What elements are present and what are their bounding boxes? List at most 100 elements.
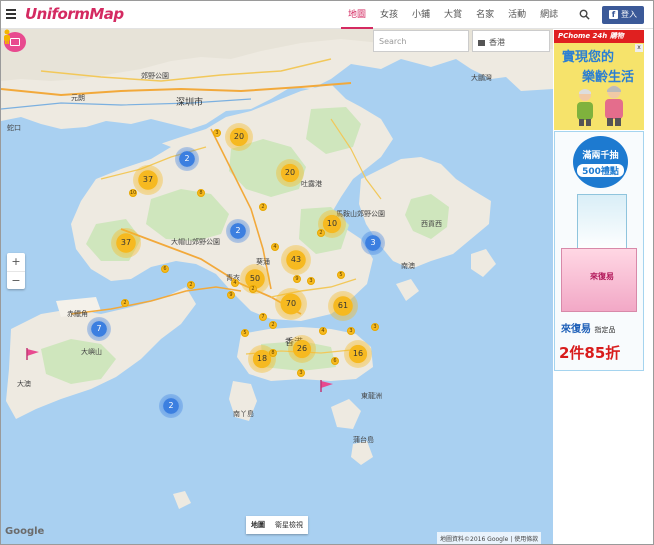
place-label: 西貢西: [421, 220, 442, 228]
marker-cluster[interactable]: 2: [175, 147, 199, 171]
marker-cluster[interactable]: 61: [328, 291, 358, 321]
ad-brand-note: 指定品: [594, 326, 616, 334]
single-marker[interactable]: 2: [121, 299, 129, 307]
hamburger-menu-icon[interactable]: [6, 9, 16, 19]
place-label: 大帽山郊野公園: [171, 238, 220, 246]
single-marker[interactable]: 2: [187, 281, 195, 289]
single-marker[interactable]: 2: [249, 285, 257, 293]
flag-marker-icon[interactable]: [320, 379, 334, 393]
single-marker[interactable]: 2: [317, 229, 325, 237]
site-logo[interactable]: UniformMap: [25, 5, 124, 23]
nav-tab-awards[interactable]: 大賞: [437, 1, 469, 29]
marker-cluster[interactable]: 43: [281, 245, 311, 275]
single-marker[interactable]: 3: [307, 277, 315, 285]
marker-cluster[interactable]: 20: [225, 123, 253, 151]
ad-badge: 滿兩千抽 500禮點: [573, 136, 628, 188]
single-marker[interactable]: 3: [347, 327, 355, 335]
single-marker[interactable]: 6: [331, 357, 339, 365]
nav-tab-shop[interactable]: 小鋪: [405, 1, 437, 29]
place-label: 大澳: [17, 380, 31, 388]
place-label: 郊野公園: [141, 72, 169, 80]
app-window: UniformMap 地圖 女孩 小鋪 大賞 名家 活動 網誌 f 登入 深圳市…: [0, 0, 654, 545]
ad-product-label: 來復易: [590, 272, 614, 281]
marker-cluster[interactable]: 7: [87, 317, 111, 341]
ad-brand: PChome 24h 購物: [554, 30, 644, 43]
ad-brand-text: 來復易: [561, 324, 591, 335]
ad-person-illustration: [605, 85, 623, 126]
single-marker[interactable]: 2: [259, 203, 267, 211]
marker-cluster[interactable]: 70: [275, 288, 307, 320]
place-label: 蒲台島: [353, 436, 374, 444]
street-view-pegman-icon[interactable]: [1, 29, 13, 45]
zoom-in-button[interactable]: +: [7, 253, 25, 271]
terms-link[interactable]: 使用條款: [514, 536, 538, 543]
facebook-icon: f: [609, 10, 618, 19]
google-logo: Google: [5, 526, 45, 537]
marker-cluster[interactable]: 3: [361, 231, 385, 255]
marker-cluster[interactable]: 37: [111, 228, 141, 258]
single-marker[interactable]: 3: [371, 323, 379, 331]
ad-brand-name: 來復易 指定品: [561, 320, 615, 335]
single-marker[interactable]: 10: [129, 189, 137, 197]
search-icon[interactable]: [579, 9, 590, 20]
single-marker[interactable]: 7: [259, 313, 267, 321]
marker-cluster[interactable]: 20: [276, 159, 304, 187]
place-label: 南丫島: [233, 410, 254, 418]
single-marker[interactable]: 4: [319, 327, 327, 335]
map-type-control: 地圖 衛星檢視: [246, 516, 308, 534]
marker-cluster[interactable]: 37: [133, 165, 163, 195]
zoom-out-button[interactable]: −: [7, 272, 25, 290]
place-label: 南澳: [401, 262, 415, 270]
ad-product-image: [577, 194, 627, 252]
ad-close-icon[interactable]: x: [635, 44, 643, 52]
nav-tab-masters[interactable]: 名家: [469, 1, 501, 29]
marker-cluster[interactable]: 2: [226, 219, 250, 243]
single-marker[interactable]: 3: [297, 369, 305, 377]
nav-tab-blog[interactable]: 網誌: [533, 1, 565, 29]
marker-cluster[interactable]: 16: [344, 340, 372, 368]
ad-product-image: 來復易: [561, 248, 637, 312]
single-marker[interactable]: 2: [269, 321, 277, 329]
place-label: 赤鱲角: [67, 310, 88, 318]
zoom-control: + −: [7, 253, 25, 289]
single-marker[interactable]: 5: [241, 329, 249, 337]
map-canvas[interactable]: 深圳市 蛇口 元朗 郊野公園 大鵬灣 大帽山郊野公園 馬鞍山郊野公園 西貢西 吐…: [1, 29, 553, 544]
single-marker[interactable]: 9: [293, 275, 301, 283]
place-label: 元朗: [71, 94, 85, 102]
ad-banner-top[interactable]: PChome 24h 購物 x 實現您的 樂齡生活: [554, 30, 644, 130]
marker-cluster[interactable]: 26: [288, 335, 316, 363]
ad-person-illustration: [577, 89, 593, 126]
place-label: 蛇口: [7, 124, 21, 132]
region-label: 香港: [489, 38, 505, 47]
nav-tab-girls[interactable]: 女孩: [373, 1, 405, 29]
ad-slogan: 樂齡生活: [582, 70, 635, 85]
ad-banner-bottom[interactable]: 滿兩千抽 500禮點 來復易 來復易 指定品 2件85折: [554, 131, 644, 371]
place-label: 吐露港: [301, 180, 322, 188]
region-select[interactable]: 香港: [472, 30, 550, 52]
nav-tab-map[interactable]: 地圖: [341, 1, 374, 29]
single-marker[interactable]: 5: [337, 271, 345, 279]
flag-marker-icon[interactable]: [26, 347, 40, 361]
single-marker[interactable]: 8: [269, 349, 277, 357]
login-button[interactable]: f 登入: [602, 6, 644, 24]
single-marker[interactable]: 3: [213, 129, 221, 137]
place-label: 深圳市: [176, 98, 204, 108]
ad-promo-text: 2件85折: [559, 344, 621, 362]
marker-cluster[interactable]: 2: [159, 394, 183, 418]
single-marker[interactable]: 8: [197, 189, 205, 197]
map-type-satellite-button[interactable]: 衛星檢視: [270, 516, 308, 534]
main-nav: 地圖 女孩 小鋪 大賞 名家 活動 網誌: [341, 1, 565, 29]
ad-slogan: 實現您的: [562, 50, 615, 65]
place-label: 大嶼山: [81, 348, 102, 356]
single-marker[interactable]: 6: [161, 265, 169, 273]
map-type-roadmap-button[interactable]: 地圖: [246, 516, 270, 534]
single-marker[interactable]: 4: [271, 243, 279, 251]
ad-badge-line: 500禮點: [577, 164, 624, 177]
place-label: 大鵬灣: [471, 74, 492, 82]
map-search-input[interactable]: Search: [373, 30, 469, 52]
nav-tab-events[interactable]: 活動: [501, 1, 533, 29]
single-marker[interactable]: 9: [227, 291, 235, 299]
login-label: 登入: [621, 10, 637, 19]
single-marker[interactable]: 4: [231, 279, 239, 287]
ad-badge-line: 滿兩千抽: [582, 151, 619, 161]
